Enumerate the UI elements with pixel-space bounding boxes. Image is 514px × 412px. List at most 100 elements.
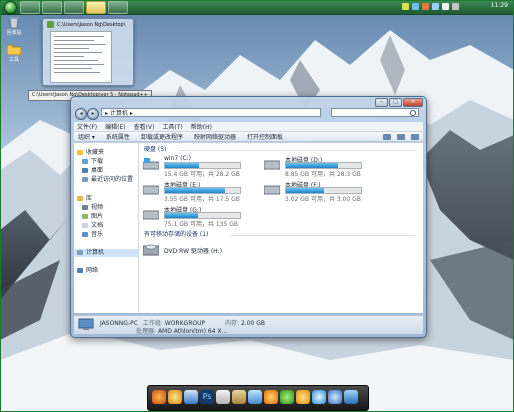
firefox-icon[interactable] — [152, 390, 166, 404]
help-icon[interactable] — [411, 134, 419, 140]
menu-file[interactable]: 文件(F) — [77, 122, 97, 131]
nav-videos[interactable]: 视频 — [74, 204, 138, 212]
nav-libraries[interactable]: 库 — [74, 195, 138, 203]
notepad-icon[interactable] — [232, 390, 246, 404]
chat-icon[interactable] — [280, 390, 294, 404]
nav-documents[interactable]: 文档 — [74, 222, 138, 230]
nav-music[interactable]: 音乐 — [74, 231, 138, 239]
desktop-icon-recycle-bin[interactable]: 回收站 — [3, 16, 25, 36]
tray-qq-icon[interactable] — [402, 3, 409, 10]
taskbar-button-app[interactable] — [108, 1, 128, 14]
drive-e[interactable]: 本地磁盘 (E:) 3.55 GB 可用，共 17.5 GB — [143, 180, 249, 203]
nav-network[interactable]: 网络 — [74, 267, 138, 275]
taskbar-button-notepad[interactable] — [64, 1, 84, 14]
recycle-bin-icon — [7, 16, 21, 29]
nav-downloads[interactable]: 下载 — [74, 158, 138, 166]
tray-antivirus-icon[interactable] — [422, 3, 429, 10]
nav-label: 桌面 — [91, 167, 104, 174]
desktop-icon[interactable] — [344, 390, 358, 404]
drive-free-space: 8.85 GB 可用，共 28.3 GB — [285, 171, 361, 178]
search-icon — [410, 110, 416, 116]
drive-usage-bar — [164, 212, 241, 219]
computer-name: JASONNG-PC — [100, 320, 138, 327]
menu-tools[interactable]: 工具(T) — [162, 122, 182, 131]
menu-view[interactable]: 查看(V) — [134, 122, 155, 131]
taskbar-clock[interactable]: 11:29 — [491, 2, 508, 9]
search-input[interactable] — [331, 108, 419, 117]
desktop-icon-folder[interactable]: 工具 — [3, 43, 25, 63]
tray-ime-icon[interactable] — [452, 3, 459, 10]
group-header-hard-disks[interactable]: 硬盘 (5) — [144, 146, 166, 154]
nav-label: 计算机 — [86, 249, 105, 256]
system-properties-button[interactable]: 系统属性 — [106, 132, 130, 141]
taskbar-button-folder[interactable] — [86, 1, 106, 14]
taskbar-thumbnail-preview[interactable]: C:\Users\Jason Ng\Desktop\ — [42, 18, 134, 86]
explorer-window[interactable]: – □ ✕ ◂ ▸ ▸ 计算机 ▸ 文件(F) 编辑(E) 查看(V) 工具(T… — [70, 96, 427, 338]
network-icon[interactable] — [328, 390, 342, 404]
paint-icon[interactable] — [216, 390, 230, 404]
video-icon — [82, 205, 88, 210]
media-icon[interactable] — [264, 390, 278, 404]
photoshop-icon[interactable]: Ps — [200, 390, 214, 404]
preview-pane-icon[interactable] — [397, 134, 405, 140]
breadcrumb[interactable]: ▸ 计算机 ▸ — [105, 110, 133, 117]
menu-edit[interactable]: 编辑(E) — [105, 122, 125, 131]
tray-flag-icon[interactable] — [442, 3, 449, 10]
map-network-drive-button[interactable]: 映射网络驱动器 — [194, 132, 236, 141]
nav-recent-places[interactable]: 最近访问的位置 — [74, 176, 138, 184]
minimize-button[interactable]: – — [375, 98, 388, 107]
back-button[interactable]: ◂ — [75, 108, 87, 120]
drive-d[interactable]: 本地磁盘 (D:) 8.85 GB 可用，共 28.3 GB — [264, 155, 370, 178]
taskbar-button-explorer[interactable] — [20, 1, 40, 14]
drive-f[interactable]: 本地磁盘 (F:) 3.02 GB 可用，共 3.00 GB — [264, 180, 370, 203]
music-icon — [82, 232, 88, 237]
content-pane: 硬盘 (5) win7 (C:) 15.4 GB 可用，共 28.2 GB 本地… — [139, 143, 423, 313]
download-icon — [82, 159, 88, 164]
forward-button[interactable]: ▸ — [87, 108, 99, 120]
uninstall-program-button[interactable]: 卸载或更改程序 — [141, 132, 183, 141]
organize-button[interactable]: 组织 ▾ — [78, 132, 95, 141]
nav-pictures[interactable]: 图片 — [74, 213, 138, 221]
navigation-row: ◂ ▸ ▸ 计算机 ▸ — [75, 108, 421, 120]
tray-volume-icon[interactable] — [432, 3, 439, 10]
media-player-icon[interactable] — [168, 390, 182, 404]
memory-value: 2.00 GB — [240, 320, 266, 327]
nav-label: 文档 — [91, 222, 104, 229]
preview-title: C:\Users\Jason Ng\Desktop\ — [57, 22, 126, 28]
processor-label: 处理器: — [136, 328, 157, 335]
nav-label: 图片 — [91, 213, 104, 220]
hard-drive-icon — [143, 185, 159, 195]
nav-computer[interactable]: 计算机 — [74, 249, 138, 257]
notepad-plus-icon — [47, 21, 54, 28]
drive-name: win7 (C:) — [164, 155, 191, 162]
drive-usage-bar — [285, 187, 362, 194]
start-button[interactable] — [4, 1, 17, 14]
drive-free-space: 75.1 GB 可用，共 135 GB — [164, 221, 238, 228]
close-button[interactable]: ✕ — [403, 98, 423, 107]
details-pane: JASONNG-PC 工作组: WORKGROUP 内存: 2.00 GB 处理… — [74, 315, 423, 335]
group-header-removable[interactable]: 有可移动存储的设备 (1) — [144, 231, 208, 239]
tray-network-icon[interactable] — [412, 3, 419, 10]
drive-name: DVD RW 驱动器 (H:) — [164, 248, 223, 255]
drive-g[interactable]: 本地磁盘 (G:) 75.1 GB 可用，共 135 GB — [143, 205, 249, 228]
library-icon — [77, 196, 83, 201]
address-bar[interactable]: ▸ 计算机 ▸ — [101, 108, 321, 117]
view-options-icon[interactable] — [383, 134, 391, 140]
drive-free-space: 3.55 GB 可用，共 17.5 GB — [164, 196, 240, 203]
open-control-panel-button[interactable]: 打开控制面板 — [247, 132, 283, 141]
processor-value: AMD Athlon(tm) 64 X... — [157, 328, 228, 335]
drive-c[interactable]: win7 (C:) 15.4 GB 可用，共 28.2 GB — [143, 155, 249, 178]
taskbar-button-media[interactable] — [42, 1, 62, 14]
drive-dvd[interactable]: DVD RW 驱动器 (H:) — [143, 241, 249, 263]
computer-icon[interactable] — [184, 390, 198, 404]
nav-desktop[interactable]: 桌面 — [74, 167, 138, 175]
folder-icon — [6, 43, 22, 56]
dock: Ps — [147, 385, 369, 411]
menu-help[interactable]: 帮助(H) — [191, 122, 212, 131]
nav-favorites[interactable]: 收藏夹 — [74, 149, 138, 157]
browser-icon[interactable] — [296, 390, 310, 404]
computer-icon — [78, 318, 94, 330]
qq-icon[interactable] — [312, 390, 326, 404]
image-viewer-icon[interactable] — [248, 390, 262, 404]
maximize-button[interactable]: □ — [389, 98, 402, 107]
